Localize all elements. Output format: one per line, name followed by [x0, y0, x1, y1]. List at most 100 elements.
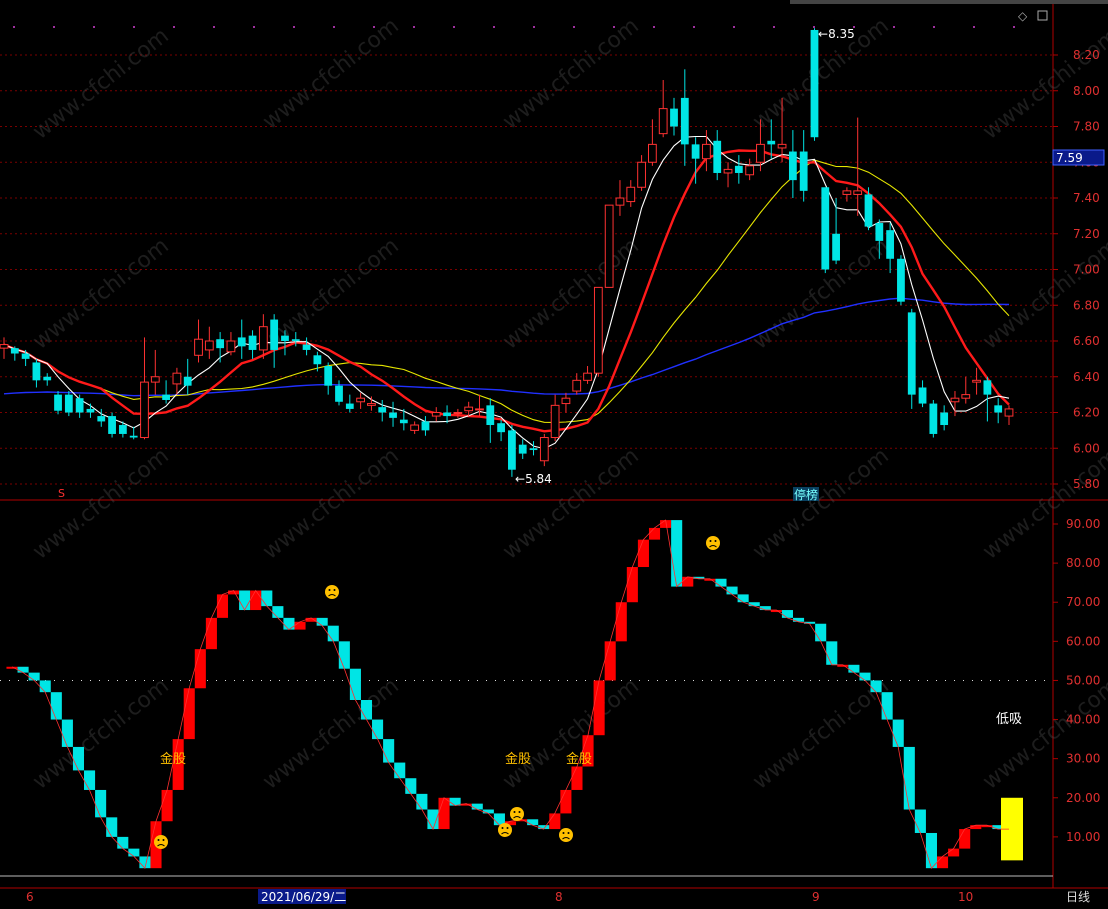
indicator-bar: [936, 856, 949, 869]
low-annotation: ←5.84: [515, 472, 552, 486]
diamond-icon[interactable]: ◇: [1018, 9, 1028, 23]
indicator-bar: [726, 586, 738, 595]
candle-body: [108, 416, 116, 434]
candle-body: [604, 204, 614, 288]
indicator-bar: [316, 617, 328, 626]
price-tick-label: 7.20: [1073, 227, 1100, 241]
frown-face-icon: [510, 807, 524, 821]
candle-body: [626, 186, 636, 203]
indicator-bar: [604, 641, 616, 681]
marker-dot: [453, 26, 455, 28]
marker-dot: [13, 26, 15, 28]
candle-body: [745, 165, 755, 176]
indicator-bar: [28, 672, 40, 681]
candle-body: [713, 140, 722, 173]
candle-body: [389, 412, 397, 418]
stock-chart[interactable]: ◇ www.cfchi.com www.cfchi.com www.cfchi.co…: [0, 0, 1108, 909]
candle-body: [1004, 408, 1014, 417]
marker-dot: [173, 26, 175, 28]
indicator-bar: [416, 793, 428, 810]
candle-body: [335, 385, 343, 402]
indicator-bar: [349, 668, 361, 700]
marker-dot: [813, 26, 815, 28]
indicator-bar: [205, 617, 217, 650]
indicator-bar: [72, 746, 85, 771]
xaxis-label: 9: [812, 890, 820, 904]
indicator-bar: [394, 762, 406, 779]
indicator-bar: [294, 621, 306, 630]
candle-body: [950, 397, 960, 403]
price-tick-label: 8.20: [1073, 48, 1100, 62]
candle-body: [75, 398, 84, 413]
frown-face-icon: [154, 835, 168, 849]
xaxis-date-label: 2021/06/29/二: [261, 890, 346, 904]
candle-body: [270, 319, 279, 350]
candle-body: [356, 397, 366, 403]
current-price-label: 7.59: [1056, 151, 1083, 165]
candle-body: [237, 337, 246, 347]
candle-body: [129, 435, 138, 438]
candle-body: [637, 161, 646, 188]
indicator-bar: [194, 649, 206, 689]
candle-body: [864, 194, 873, 227]
candle-body: [572, 379, 582, 392]
indicator-bar: [250, 590, 262, 611]
candle-body: [410, 424, 420, 431]
indicator-bar: [360, 700, 373, 720]
indicator-bar: [183, 688, 195, 740]
candle-body: [313, 355, 322, 365]
indicator-bar: [826, 641, 838, 665]
marker-dot: [533, 26, 535, 28]
marker-dot: [893, 26, 895, 28]
candle-body: [431, 412, 441, 417]
candle-body: [216, 339, 225, 349]
indicator-bar: [970, 825, 982, 830]
indicator-bar: [338, 641, 350, 669]
indicator-bar: [615, 602, 627, 642]
candle-body: [550, 404, 560, 439]
indicator-bar: [571, 766, 583, 790]
indicator-bar: [948, 848, 960, 857]
marker-dot: [133, 26, 135, 28]
indicator-bar: [637, 539, 649, 568]
candle-body: [421, 421, 430, 431]
period-label[interactable]: 日线: [1066, 890, 1090, 904]
indicator-bar: [283, 617, 295, 630]
xaxis-label: 6: [26, 890, 34, 904]
candle-body: [897, 258, 905, 302]
candle-body: [258, 326, 268, 351]
indicator-bar: [128, 848, 140, 857]
candle-body: [248, 335, 257, 350]
indicator-tick-label: 70.00: [1066, 595, 1100, 609]
candle-body: [929, 403, 938, 434]
candle-body: [994, 405, 1003, 413]
candle-body: [140, 381, 149, 439]
indicator-bar: [682, 576, 694, 587]
candle-body: [367, 403, 376, 406]
candle-body: [118, 425, 127, 434]
indicator-bar: [471, 803, 483, 810]
candle-body: [399, 419, 408, 424]
marker-dot: [293, 26, 295, 28]
indicator-tick-label: 80.00: [1066, 556, 1100, 570]
indicator-bar: [327, 625, 339, 642]
price-tick-label: 7.40: [1073, 191, 1100, 205]
candle-body: [194, 338, 203, 356]
indicator-tick-label: 40.00: [1066, 713, 1100, 727]
candle-body: [756, 143, 765, 163]
candle-body: [497, 423, 505, 433]
candle-body: [97, 416, 106, 422]
candle-body: [302, 344, 311, 350]
candle-body: [918, 387, 927, 404]
candle-body: [508, 430, 516, 470]
frown-face-icon: [325, 585, 339, 599]
candle-body: [54, 394, 62, 411]
dip-label: 低吸: [996, 712, 1022, 727]
marker-dot: [773, 26, 775, 28]
frown-face-icon: [559, 828, 573, 842]
candle-body: [907, 312, 916, 395]
candle-body: [691, 144, 700, 159]
candle-body: [464, 406, 474, 412]
candle-body: [788, 151, 797, 181]
indicator-bar: [715, 578, 727, 587]
